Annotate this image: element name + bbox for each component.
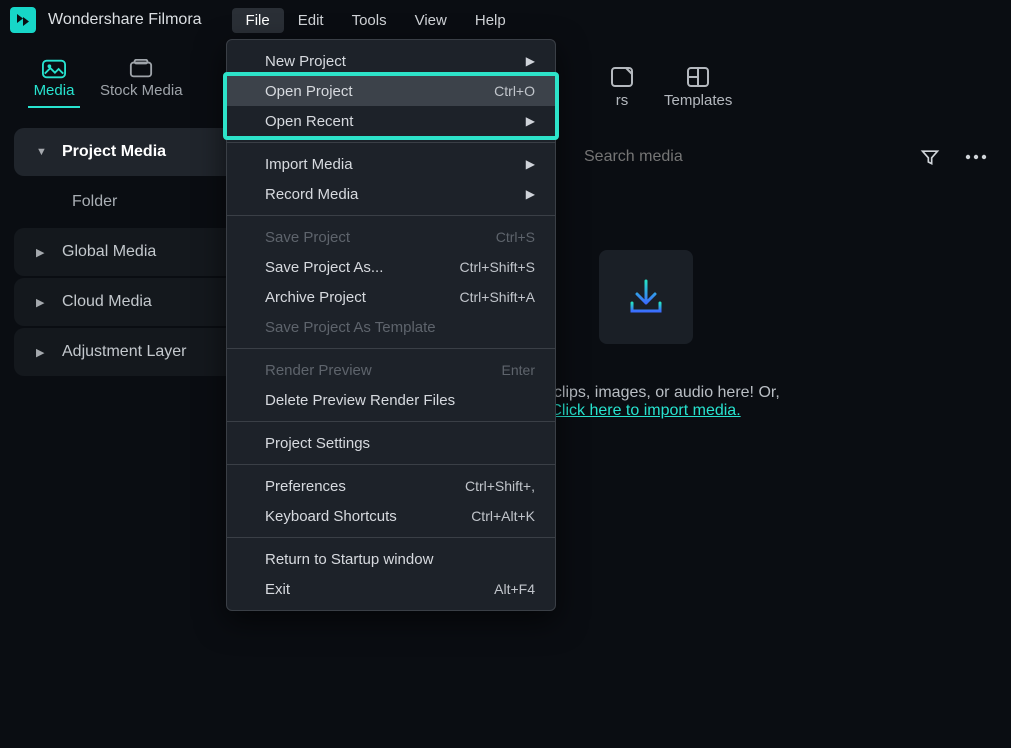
- menu-help[interactable]: Help: [461, 8, 520, 33]
- menu-archive-project-shortcut: Ctrl+Shift+A: [460, 289, 535, 305]
- menu-return-startup-label: Return to Startup window: [265, 551, 433, 568]
- menu-exit-shortcut: Alt+F4: [494, 581, 535, 597]
- menu-preferences-label: Preferences: [265, 478, 346, 495]
- menu-import-media[interactable]: Import Media ▶: [227, 149, 555, 179]
- tab-stock-underline: [115, 106, 167, 108]
- menu-save-template-label: Save Project As Template: [265, 319, 436, 336]
- menu-archive-project[interactable]: Archive Project Ctrl+Shift+A: [227, 282, 555, 312]
- menu-separator: [227, 421, 555, 422]
- menu-preferences-shortcut: Ctrl+Shift+,: [465, 478, 535, 494]
- menu-keyboard-shortcuts-label: Keyboard Shortcuts: [265, 508, 397, 525]
- menu-keyboard-shortcuts[interactable]: Keyboard Shortcuts Ctrl+Alt+K: [227, 501, 555, 531]
- menu-save-project-as-shortcut: Ctrl+Shift+S: [460, 259, 535, 275]
- sidebar-cloud-media-label: Cloud Media: [62, 293, 152, 311]
- chevron-down-icon: ▼: [36, 146, 50, 158]
- tab-media-underline: [28, 106, 80, 108]
- menu-save-project-label: Save Project: [265, 229, 350, 246]
- menu-exit-label: Exit: [265, 581, 290, 598]
- menu-file[interactable]: File: [232, 8, 284, 33]
- menu-separator: [227, 537, 555, 538]
- sidebar-global-media-label: Global Media: [62, 243, 156, 261]
- sidebar-folder-label: Folder: [72, 193, 117, 211]
- submenu-arrow-icon: ▶: [526, 157, 535, 171]
- chevron-right-icon: ▶: [36, 346, 50, 359]
- menu-record-media-label: Record Media: [265, 186, 358, 203]
- stock-media-icon: [129, 59, 153, 79]
- more-icon[interactable]: [961, 142, 991, 172]
- submenu-arrow-icon: ▶: [526, 187, 535, 201]
- menu-exit[interactable]: Exit Alt+F4: [227, 574, 555, 604]
- stickers-icon: [610, 66, 634, 88]
- menu-open-recent[interactable]: Open Recent ▶: [227, 106, 555, 136]
- menu-separator: [227, 142, 555, 143]
- menu-project-settings-label: Project Settings: [265, 435, 370, 452]
- menu-save-project: Save Project Ctrl+S: [227, 222, 555, 252]
- templates-icon: [686, 66, 710, 88]
- download-icon: [622, 273, 670, 321]
- tab-templates-label: Templates: [664, 92, 732, 109]
- menu-open-project-label: Open Project: [265, 83, 353, 100]
- tab-templates[interactable]: Templates: [664, 66, 732, 109]
- menu-render-preview-label: Render Preview: [265, 362, 372, 379]
- chevron-right-icon: ▶: [36, 296, 50, 309]
- menu-import-media-label: Import Media: [265, 156, 353, 173]
- menu-separator: [227, 215, 555, 216]
- menu-separator: [227, 464, 555, 465]
- app-title: Wondershare Filmora: [48, 11, 202, 29]
- menu-delete-preview-label: Delete Preview Render Files: [265, 392, 455, 409]
- menu-open-project-shortcut: Ctrl+O: [494, 83, 535, 99]
- menu-return-startup[interactable]: Return to Startup window: [227, 544, 555, 574]
- menu-render-preview-shortcut: Enter: [502, 362, 535, 378]
- menu-save-project-as[interactable]: Save Project As... Ctrl+Shift+S: [227, 252, 555, 282]
- menu-project-settings[interactable]: Project Settings: [227, 428, 555, 458]
- media-icon: [42, 59, 66, 79]
- menu-edit[interactable]: Edit: [284, 8, 338, 33]
- submenu-arrow-icon: ▶: [526, 114, 535, 128]
- tab-stickers[interactable]: rs: [610, 66, 634, 109]
- sidebar-adjustment-layer-label: Adjustment Layer: [62, 343, 187, 361]
- tab-stock-media-label: Stock Media: [100, 82, 183, 99]
- menu-preferences[interactable]: Preferences Ctrl+Shift+,: [227, 471, 555, 501]
- menu-keyboard-shortcuts-shortcut: Ctrl+Alt+K: [471, 508, 535, 524]
- file-menu: New Project ▶ Open Project Ctrl+O Open R…: [226, 39, 556, 611]
- filter-icon[interactable]: [915, 142, 945, 172]
- tab-media-label: Media: [34, 82, 75, 99]
- menu-separator: [227, 348, 555, 349]
- menu-save-project-as-label: Save Project As...: [265, 259, 383, 276]
- menubar: File Edit Tools View Help: [232, 0, 520, 40]
- app-logo: [10, 7, 36, 33]
- menu-record-media[interactable]: Record Media ▶: [227, 179, 555, 209]
- highlighted-open-group: Open Project Ctrl+O Open Recent ▶: [223, 72, 559, 140]
- tab-media[interactable]: Media: [28, 59, 80, 114]
- menu-tools[interactable]: Tools: [338, 8, 401, 33]
- menu-save-template: Save Project As Template: [227, 312, 555, 342]
- menu-open-project[interactable]: Open Project Ctrl+O: [227, 76, 555, 106]
- menu-save-project-shortcut: Ctrl+S: [496, 229, 535, 245]
- import-box[interactable]: [599, 250, 693, 344]
- titlebar: Wondershare Filmora File Edit Tools View…: [0, 0, 1011, 40]
- menu-open-recent-label: Open Recent: [265, 113, 353, 130]
- sidebar-project-media-label: Project Media: [62, 143, 166, 161]
- menu-view[interactable]: View: [401, 8, 461, 33]
- tab-stock-media[interactable]: Stock Media: [100, 59, 183, 114]
- menu-delete-preview[interactable]: Delete Preview Render Files: [227, 385, 555, 415]
- menu-archive-project-label: Archive Project: [265, 289, 366, 306]
- import-link[interactable]: Click here to import media.: [550, 402, 740, 419]
- submenu-arrow-icon: ▶: [526, 54, 535, 68]
- menu-new-project-label: New Project: [265, 53, 346, 70]
- search-input[interactable]: [576, 139, 899, 175]
- tab-stickers-label: rs: [616, 92, 629, 109]
- chevron-right-icon: ▶: [36, 246, 50, 259]
- menu-render-preview: Render Preview Enter: [227, 355, 555, 385]
